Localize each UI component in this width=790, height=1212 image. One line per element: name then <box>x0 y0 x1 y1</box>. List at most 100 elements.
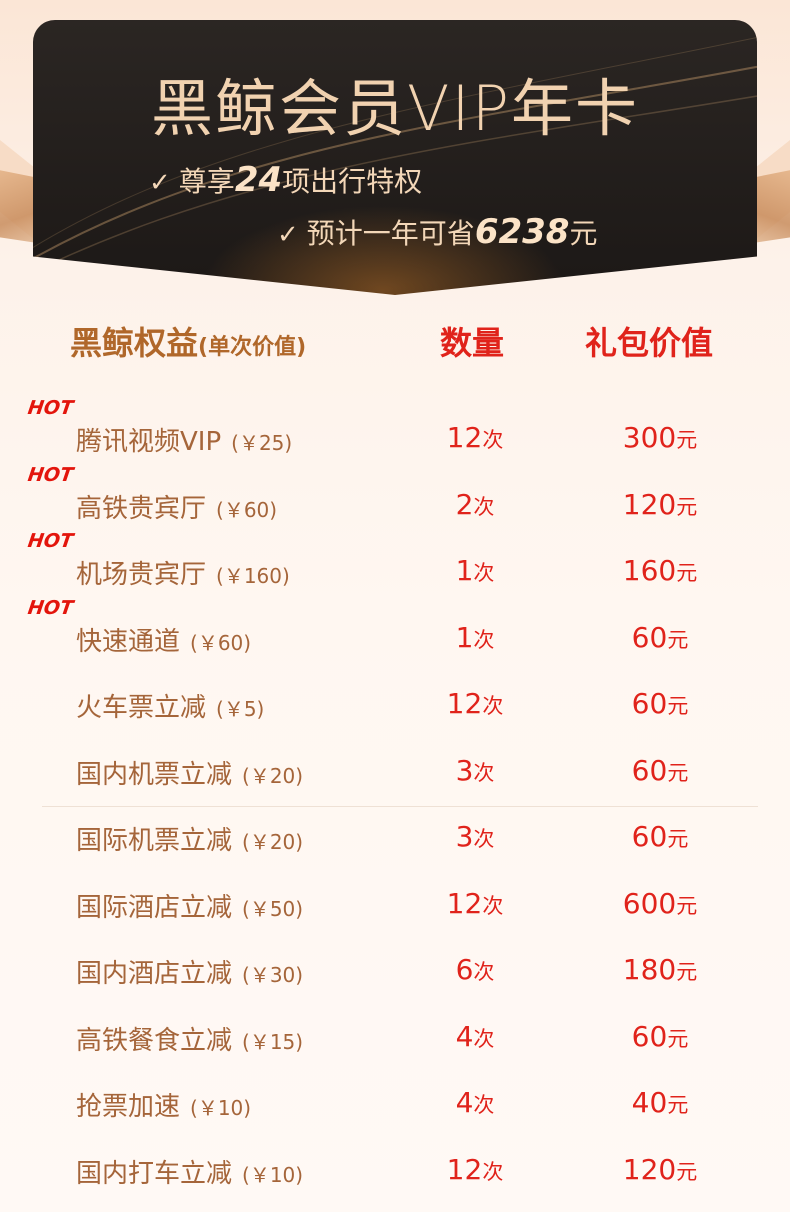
value-number: 60 <box>631 820 668 853</box>
benefit-header-sub: (单次价值) <box>198 335 307 360</box>
benefit-name: 快速通道 <box>76 626 181 657</box>
value-unit: 元 <box>676 561 698 585</box>
quantity-unit: 次 <box>473 960 495 984</box>
table-row: HOT 高铁贵宾厅 (￥60) 2次 120元 <box>0 464 790 538</box>
quantity-unit: 次 <box>482 428 504 452</box>
value-number: 60 <box>631 687 668 720</box>
quantity-cell: 12次 <box>420 687 530 720</box>
quantity-number: 3 <box>455 753 474 787</box>
quantity-number: 4 <box>455 1086 474 1119</box>
check-icon: ✓ <box>149 168 171 198</box>
quantity-cell: 12次 <box>420 887 530 920</box>
quantity-unit: 次 <box>473 494 495 519</box>
quantity-number: 12 <box>446 421 483 454</box>
benefit-name: 国内机票立减 <box>76 759 233 790</box>
value-number: 60 <box>631 753 668 787</box>
benefit-name-cell: 国内机票立减 (￥20) <box>76 754 303 791</box>
table-row: HOT 机场贵宾厅 (￥160) 1次 160元 <box>0 530 790 604</box>
hot-badge: HOT <box>26 596 75 619</box>
table-row: HOT 腾讯视频VIP (￥25) 12次 300元 <box>0 397 790 471</box>
quantity-unit: 次 <box>482 893 504 918</box>
benefit-unit-price: (￥20) <box>242 763 304 788</box>
benefit-name-cell: 抢票加速 (￥10) <box>76 1086 251 1123</box>
quantity-unit: 次 <box>473 627 495 652</box>
quantity-cell: 12次 <box>420 421 530 454</box>
quantity-number: 6 <box>455 953 474 986</box>
benefit-name: 火车票立减 <box>76 693 207 723</box>
quantity-unit: 次 <box>473 561 495 585</box>
quantity-number: 4 <box>455 1019 474 1053</box>
benefit-name-cell: 机场贵宾厅 (￥160) <box>76 554 290 591</box>
benefit-unit-price: (￥50) <box>242 896 304 921</box>
benefit-unit-price: (￥25) <box>231 431 293 455</box>
quantity-cell: 3次 <box>420 820 530 853</box>
quantity-cell: 1次 <box>420 554 530 587</box>
table-row: 国际酒店立减 (￥50) 12次 600元 <box>0 871 790 937</box>
value-unit: 元 <box>667 760 689 785</box>
value-unit: 元 <box>676 1159 698 1184</box>
hot-badge: HOT <box>26 397 75 419</box>
benefit-name-cell: 高铁餐食立减 (￥15) <box>76 1020 303 1057</box>
value-cell: 120元 <box>590 488 730 521</box>
perk-number: 6238 <box>474 212 570 252</box>
perk-suffix: 项出行特权 <box>282 165 423 198</box>
column-header-quantity: 数量 <box>440 324 505 362</box>
page-background: 黑鲸会员VIP年卡 ✓ 尊享24项出行特权 ✓ 预计一年可省6238元 黑鲸权益(单… <box>0 0 790 1212</box>
quantity-number: 1 <box>455 620 474 654</box>
quantity-number: 1 <box>455 554 474 587</box>
quantity-cell: 4次 <box>420 1086 530 1119</box>
perk-suffix: 元 <box>569 217 598 250</box>
value-unit: 元 <box>667 827 689 851</box>
hot-badge: HOT <box>26 530 75 552</box>
value-unit: 元 <box>676 494 698 519</box>
table-row: 国内酒店立减 (￥30) 6次 180元 <box>0 937 790 1003</box>
table-row: 高铁餐食立减 (￥15) 4次 60元 <box>0 1004 790 1070</box>
value-cell: 180元 <box>590 953 730 986</box>
perk-privileges: ✓ 尊享24项出行特权 <box>149 160 422 200</box>
quantity-number: 12 <box>446 886 483 920</box>
value-number: 180 <box>622 953 677 986</box>
perk-savings: ✓ 预计一年可省6238元 <box>277 212 597 252</box>
benefit-name-cell: 快速通道 (￥60) <box>76 621 251 658</box>
benefit-unit-price: (￥15) <box>242 1029 304 1054</box>
value-number: 300 <box>622 421 677 454</box>
value-number: 120 <box>622 487 677 521</box>
value-unit: 元 <box>676 893 698 918</box>
quantity-unit: 次 <box>473 760 495 785</box>
benefit-name-cell: 国内打车立减 (￥10) <box>76 1153 303 1190</box>
benefit-unit-price: (￥60) <box>190 630 252 655</box>
column-header-value: 礼包价值 <box>585 324 714 362</box>
card-title: 黑鲸会员VIP年卡 <box>150 72 640 145</box>
hot-badge: HOT <box>26 463 75 486</box>
value-unit: 元 <box>667 627 689 652</box>
value-unit: 元 <box>676 428 698 452</box>
table-row: 火车票立减 (￥5) 12次 60元 <box>0 671 790 737</box>
table-row: HOT 快速通道 (￥60) 1次 60元 <box>0 597 790 671</box>
value-number: 40 <box>631 1086 668 1119</box>
benefit-name-cell: 国内酒店立减 (￥30) <box>76 953 303 990</box>
benefit-name: 国内酒店立减 <box>76 959 233 989</box>
benefit-unit-price: (￥5) <box>216 697 265 721</box>
benefit-unit-price: (￥20) <box>242 830 304 854</box>
value-cell: 60元 <box>590 820 730 853</box>
benefit-unit-price: (￥10) <box>190 1096 252 1120</box>
value-cell: 60元 <box>590 687 730 720</box>
table-row: 国际机票立减 (￥20) 3次 60元 <box>0 804 790 870</box>
quantity-unit: 次 <box>482 694 504 718</box>
perk-number: 24 <box>234 160 283 200</box>
quantity-unit: 次 <box>473 1026 495 1051</box>
quantity-cell: 12次 <box>420 1153 530 1186</box>
value-cell: 60元 <box>590 754 730 787</box>
benefit-unit-price: (￥30) <box>242 963 304 987</box>
benefit-unit-price: (￥60) <box>216 497 278 522</box>
value-cell: 160元 <box>590 554 730 587</box>
value-unit: 元 <box>667 1093 689 1117</box>
benefit-header-label: 黑鲸权益 <box>70 324 199 362</box>
benefit-name-cell: 腾讯视频VIP (￥25) <box>76 421 292 458</box>
perk-prefix: 尊享 <box>178 165 235 198</box>
benefit-name: 国际机票立减 <box>76 826 233 856</box>
value-cell: 120元 <box>590 1153 730 1186</box>
value-number: 120 <box>622 1152 677 1186</box>
value-cell: 600元 <box>590 887 730 920</box>
benefit-name-cell: 高铁贵宾厅 (￥60) <box>76 488 277 525</box>
